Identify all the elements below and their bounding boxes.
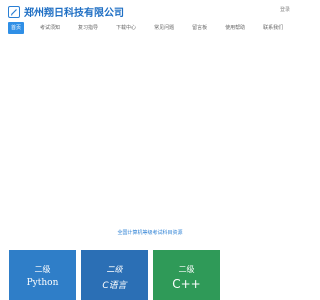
nav-item-review-guide[interactable]: 复习指导	[74, 22, 102, 34]
company-name: 郑州翔日科技有限公司	[24, 8, 124, 19]
subject-card-c-language[interactable]: 二级 C语言	[81, 250, 148, 300]
section-title: 全国计算机等级考试科目资源	[117, 230, 183, 236]
main-nav: 首页 考试须知 复习指导 下载中心 常见问题 留言板 使用帮助 联系我们	[8, 22, 297, 34]
card-subject: Python	[26, 278, 59, 288]
subject-card-python[interactable]: 二级 Python	[9, 250, 76, 300]
site-logo[interactable]: 郑州翔日科技有限公司	[8, 4, 124, 19]
nav-item-downloads[interactable]: 下载中心	[112, 22, 140, 34]
subject-card-cpp[interactable]: 二级 C++	[153, 250, 220, 300]
subject-cards: 二级 Python 二级 C语言 二级 C++	[9, 250, 297, 300]
card-level: 二级	[34, 265, 51, 274]
nav-item-faq[interactable]: 常见问题	[150, 22, 178, 34]
nav-item-message-board[interactable]: 留言板	[188, 22, 211, 34]
card-subject: C++	[172, 277, 201, 291]
card-level: 二级	[106, 265, 123, 274]
site-header: 郑州翔日科技有限公司 登录 首页 考试须知 复习指导 下载中心 常见问题 留言板…	[0, 0, 300, 40]
nav-item-contact[interactable]: 联系我们	[259, 22, 287, 34]
nav-item-home[interactable]: 首页	[8, 22, 25, 34]
nav-item-exam-notice[interactable]: 考试须知	[36, 22, 64, 34]
login-link[interactable]: 登录	[280, 6, 290, 13]
card-level: 二级	[178, 265, 195, 274]
nav-item-help[interactable]: 使用帮助	[221, 22, 249, 34]
card-subject: C语言	[102, 281, 127, 291]
pencil-icon	[8, 5, 20, 18]
